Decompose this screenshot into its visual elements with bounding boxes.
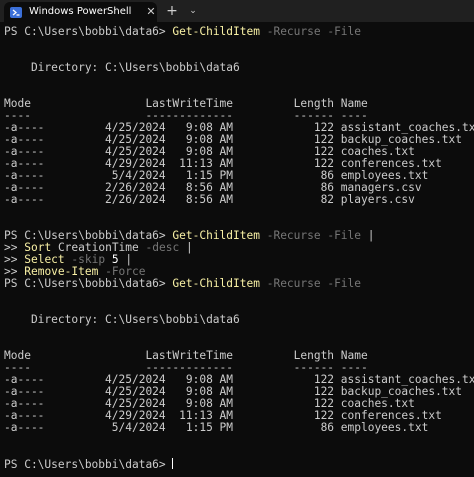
chevron-down-icon[interactable]: ⌄ (186, 3, 200, 19)
pipe-operator: | (185, 241, 193, 254)
active-prompt-line[interactable]: PS C:\Users\bobbi\data6> (4, 458, 174, 471)
directory-line: Directory: C:\Users\bobbi\data6 (4, 61, 240, 74)
parameter-text: -desc (145, 241, 180, 254)
powershell-icon (10, 7, 22, 18)
tab-title: Windows PowerShell (29, 6, 132, 17)
prompt: PS C:\Users\bobbi\data6> (4, 458, 166, 471)
pipe-operator: | (367, 229, 375, 242)
cmdlet-text: Get-ChildItem (172, 25, 260, 38)
parameter-text: -Recurse -File (266, 25, 362, 38)
command-line: PS C:\Users\bobbi\data6> Get-ChildItem -… (4, 26, 361, 38)
prompt: PS C:\Users\bobbi\data6> (4, 25, 166, 38)
prompt: PS C:\Users\bobbi\data6> (4, 277, 166, 290)
close-tab-icon[interactable]: ✕ (144, 5, 158, 19)
parameter-text: -Recurse -File (266, 277, 362, 290)
parameter-text: -Recurse -File (266, 229, 362, 242)
directory-line: Directory: C:\Users\bobbi\data6 (4, 313, 240, 326)
command-line: PS C:\Users\bobbi\data6> Get-ChildItem -… (4, 278, 361, 290)
powershell-window: Windows PowerShell ✕ + ⌄ PS C:\Users\bob… (0, 0, 474, 477)
cmdlet-text: Get-ChildItem (172, 277, 260, 290)
terminal-output[interactable]: PS C:\Users\bobbi\data6> Get-ChildItem -… (4, 26, 474, 477)
list-item: -a---- 2/26/2024 8:56 AM 82 players.csv (4, 193, 415, 206)
new-tab-button[interactable]: + (164, 3, 180, 19)
title-bar: Windows PowerShell ✕ + ⌄ (0, 0, 474, 22)
tab-windows-powershell[interactable]: Windows PowerShell ✕ (4, 2, 157, 22)
list-item: -a---- 5/4/2024 1:15 PM 86 employees.txt (4, 421, 429, 434)
text-cursor (172, 458, 174, 469)
